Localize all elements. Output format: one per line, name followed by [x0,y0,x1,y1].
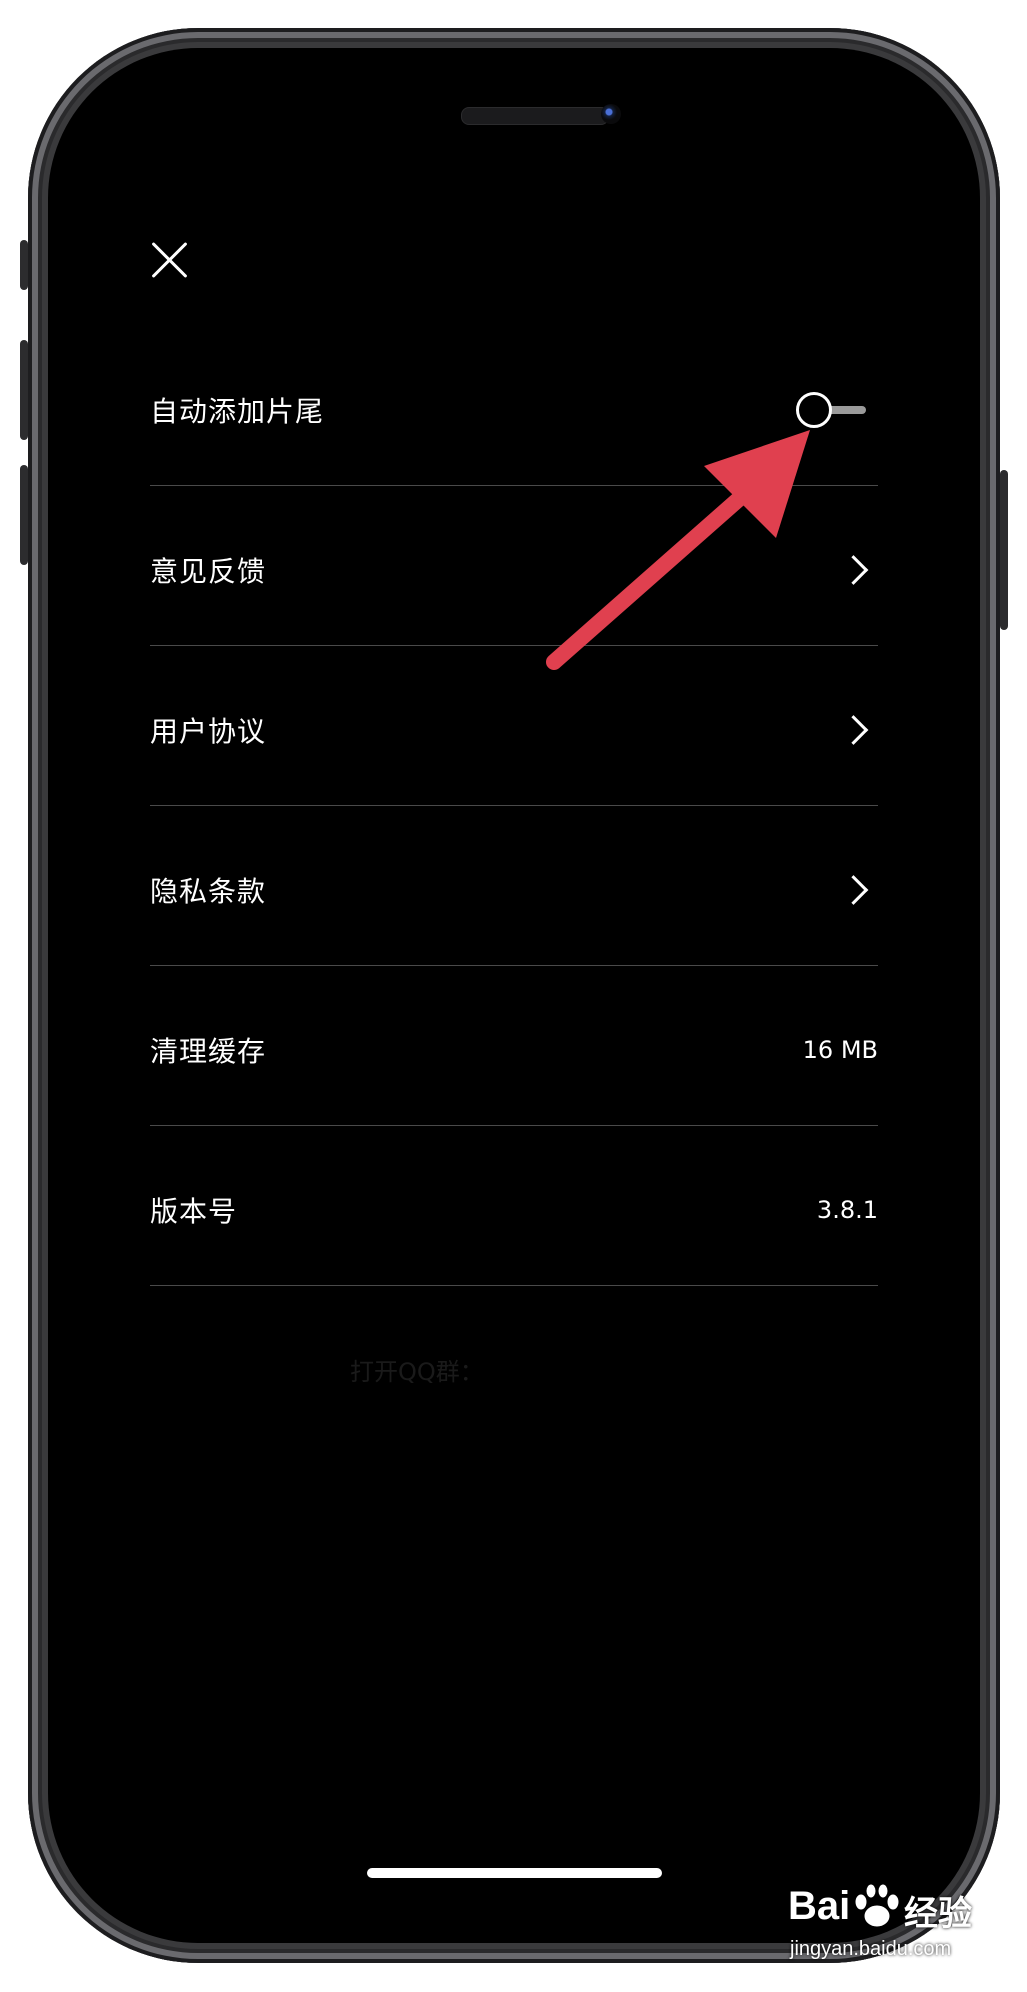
chevron-right-icon [838,555,869,585]
setting-label: 意见反馈 [150,555,267,588]
home-indicator[interactable] [367,1868,662,1878]
setting-label: 用户协议 [150,715,267,748]
divider [150,805,878,806]
volume-up-button [20,340,28,440]
setting-version: 版本号 3.8.1 [150,1130,878,1290]
power-button [1000,470,1008,630]
divider [150,1285,878,1286]
watermark-logo-text: Bai [788,1884,851,1928]
divider [150,965,878,966]
annotation-arrow [546,430,810,670]
watermark-url: jingyan.baidu.com [790,1938,952,1960]
paw-logo-icon [854,1883,900,1928]
front-camera [601,104,621,124]
chevron-right-icon [838,715,869,745]
divider [150,1125,878,1126]
setting-clear-cache[interactable]: 清理缓存 16 MB [150,970,878,1130]
earpiece-speaker [461,107,609,125]
mute-switch [20,240,28,290]
setting-label: 隐私条款 [150,875,267,908]
watermark-brand: 经验 [904,1895,972,1933]
qq-group-hint: 打开QQ群： [350,1358,484,1386]
volume-down-button [20,465,28,565]
close-icon[interactable] [150,240,190,280]
baidu-jingyan-watermark: Bai 经验 jingyan.baidu.com [788,1880,988,1990]
setting-label: 自动添加片尾 [150,395,325,428]
cache-size-value: 16 MB [802,1036,878,1064]
setting-privacy-terms[interactable]: 隐私条款 [150,810,878,970]
setting-label: 版本号 [150,1195,238,1228]
chevron-right-icon [838,875,869,905]
setting-label: 清理缓存 [150,1035,267,1068]
version-value: 3.8.1 [816,1196,878,1224]
